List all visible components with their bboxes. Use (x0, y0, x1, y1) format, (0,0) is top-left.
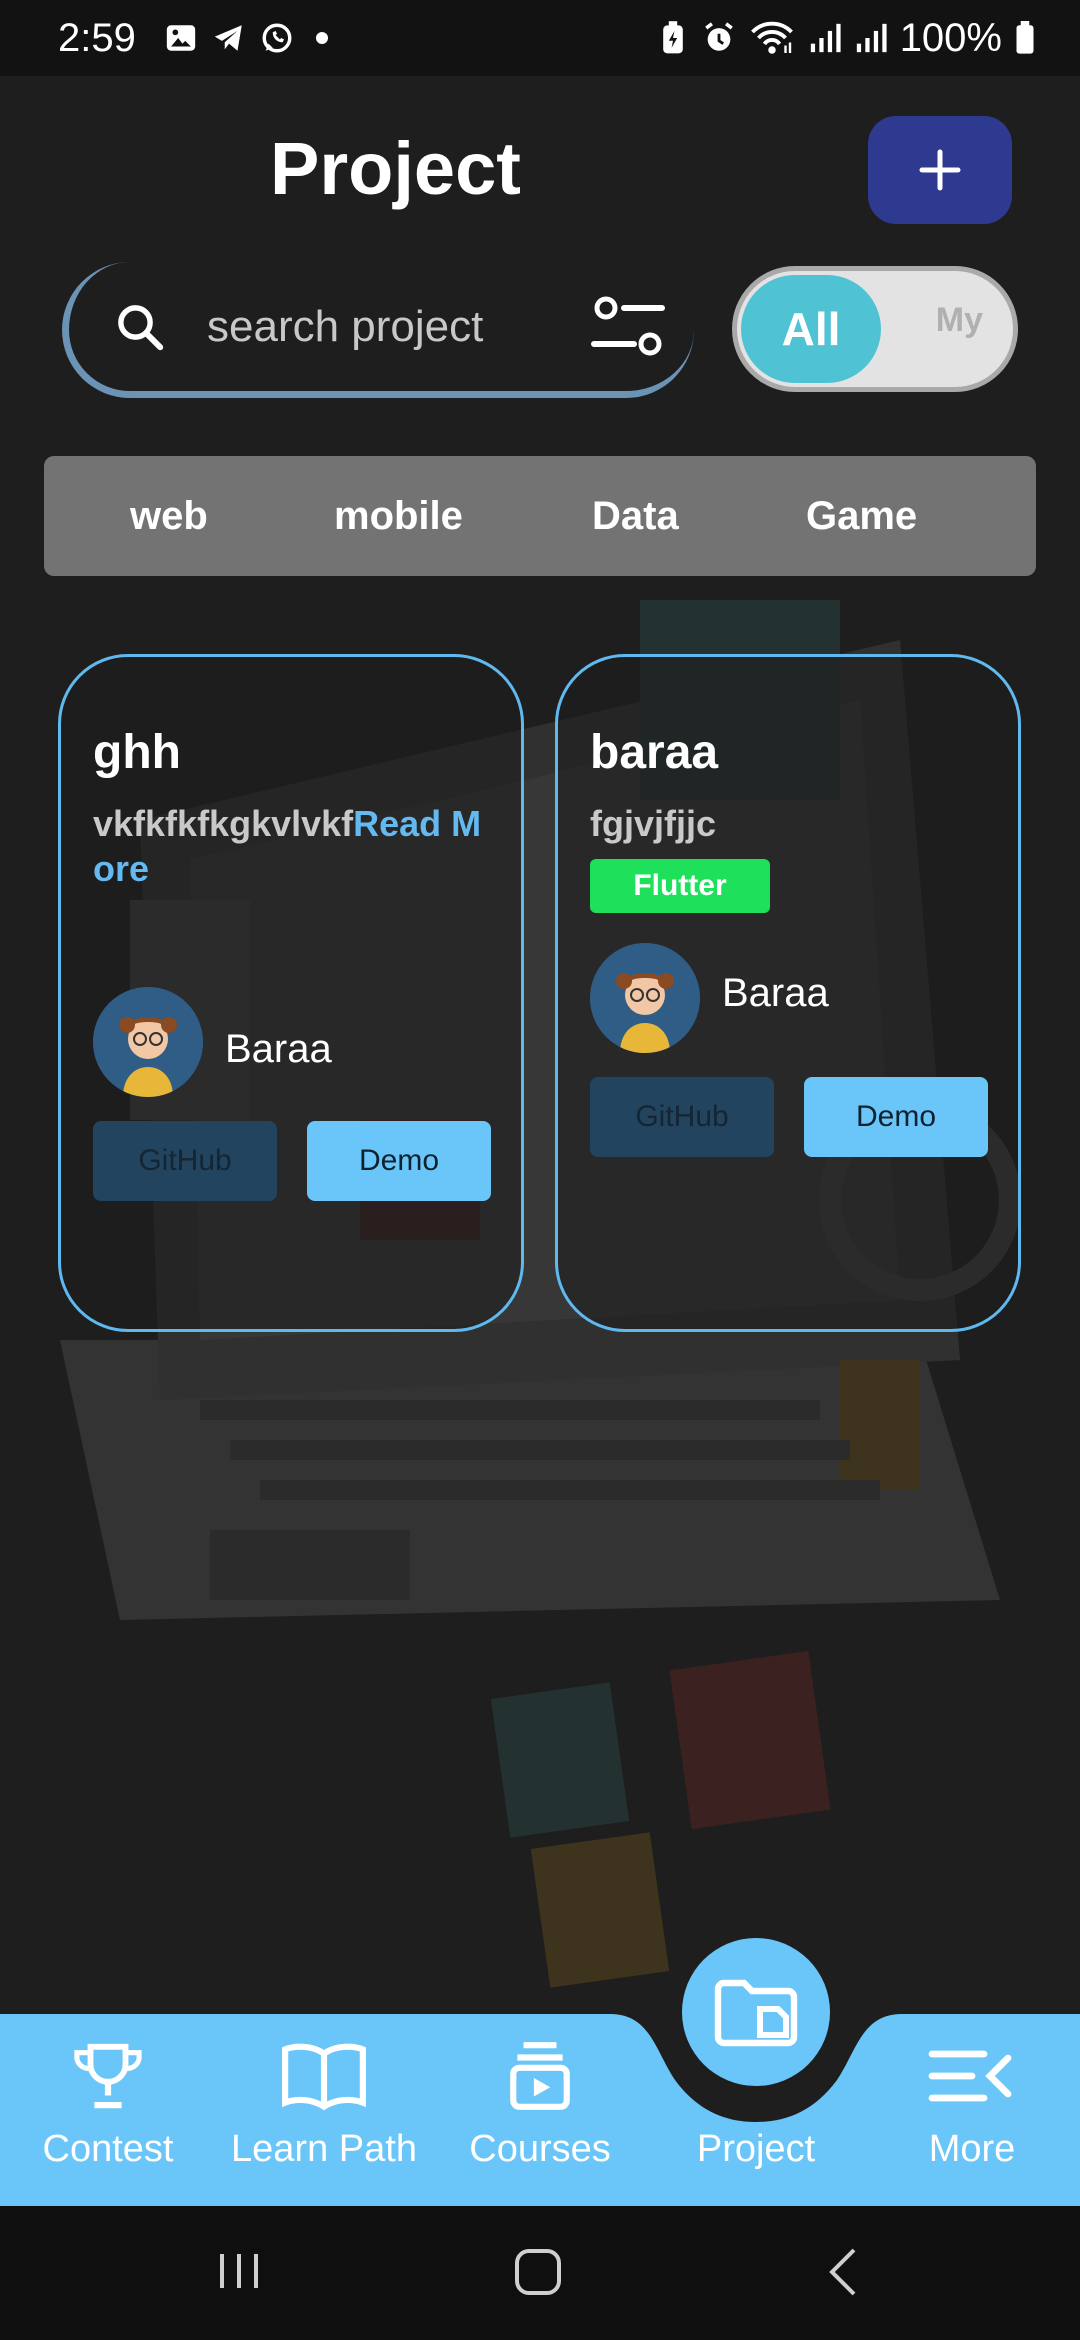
scope-toggle[interactable]: All My (732, 266, 1018, 392)
category-tab-data[interactable]: Data (592, 494, 679, 539)
add-project-button[interactable] (868, 116, 1012, 224)
category-tab-game[interactable]: Game (806, 494, 917, 539)
wifi-icon (748, 21, 796, 55)
nav-label: More (928, 2128, 1016, 2170)
demo-button[interactable]: Demo (307, 1121, 491, 1201)
category-bar: web mobile Data Game (44, 456, 1036, 576)
search-input[interactable] (207, 301, 587, 352)
category-tab-mobile[interactable]: mobile (334, 494, 463, 539)
tech-tag: Flutter (590, 859, 770, 913)
courses-icon (440, 2034, 640, 2118)
bottom-nav: Contest Learn Path Courses Project More (0, 1930, 1080, 2206)
telegram-icon (212, 21, 246, 55)
nav-item-courses[interactable]: Courses (440, 2034, 640, 2171)
project-title: baraa (590, 726, 719, 779)
gallery-icon (164, 21, 198, 55)
whatsapp-icon (260, 21, 294, 55)
nav-item-more[interactable]: More (872, 2034, 1072, 2171)
nav-item-learn-path[interactable]: Learn Path (224, 2034, 424, 2171)
author-name: Baraa (225, 1027, 332, 1071)
nav-item-contest[interactable]: Contest (8, 2034, 208, 2171)
toggle-option-all[interactable]: All (741, 275, 881, 383)
avatar (93, 987, 203, 1097)
status-time: 2:59 (58, 15, 136, 60)
github-button[interactable]: GitHub (93, 1121, 277, 1201)
folder-icon (714, 1979, 798, 2047)
status-bar: 2:59 100% (0, 0, 1080, 76)
back-icon[interactable] (824, 2246, 864, 2298)
demo-button[interactable]: Demo (804, 1077, 988, 1157)
project-description: vkfkfkfkgkvlvkfRead More (93, 801, 493, 891)
home-icon[interactable] (512, 2246, 564, 2298)
nav-label: Project (696, 2128, 816, 2170)
project-description: fgjvjfjjc (590, 803, 717, 844)
menu-collapse-icon (872, 2034, 1072, 2118)
avatar (590, 943, 700, 1053)
github-button[interactable]: GitHub (590, 1077, 774, 1157)
search-icon (118, 304, 164, 350)
nav-label: Courses (469, 2128, 611, 2170)
system-nav-bar (0, 2206, 1080, 2340)
toggle-option-my[interactable]: My (936, 301, 983, 340)
filter-icon[interactable] (588, 292, 668, 362)
battery-saver-icon (656, 21, 690, 55)
nav-label: Learn Path (231, 2128, 417, 2170)
signal-icon (808, 21, 842, 55)
category-tab-web[interactable]: web (130, 494, 208, 539)
page-title: Project (270, 127, 521, 210)
project-card[interactable]: baraa fgjvjfjjc Flutter Baraa GitHub Dem… (555, 654, 1021, 1332)
battery-percent: 100% (899, 15, 1002, 60)
plus-icon (919, 149, 961, 191)
author-name: Baraa (722, 971, 829, 1015)
search-box[interactable] (62, 262, 694, 398)
alarm-icon (702, 21, 736, 55)
recent-apps-icon[interactable] (214, 2246, 264, 2296)
project-title: ghh (93, 726, 181, 779)
notification-dot-icon (315, 32, 328, 44)
book-icon (224, 2034, 424, 2118)
nav-label: Contest (42, 2128, 174, 2170)
project-card[interactable]: ghh vkfkfkfkgkvlvkfRead More Baraa GitHu… (58, 654, 524, 1332)
signal-icon (854, 21, 888, 55)
description-text: vkfkfkfkgkvlvkf (93, 803, 354, 844)
battery-icon (1014, 21, 1036, 55)
trophy-icon (8, 2034, 208, 2118)
project-nav-fab[interactable] (682, 1938, 830, 2086)
